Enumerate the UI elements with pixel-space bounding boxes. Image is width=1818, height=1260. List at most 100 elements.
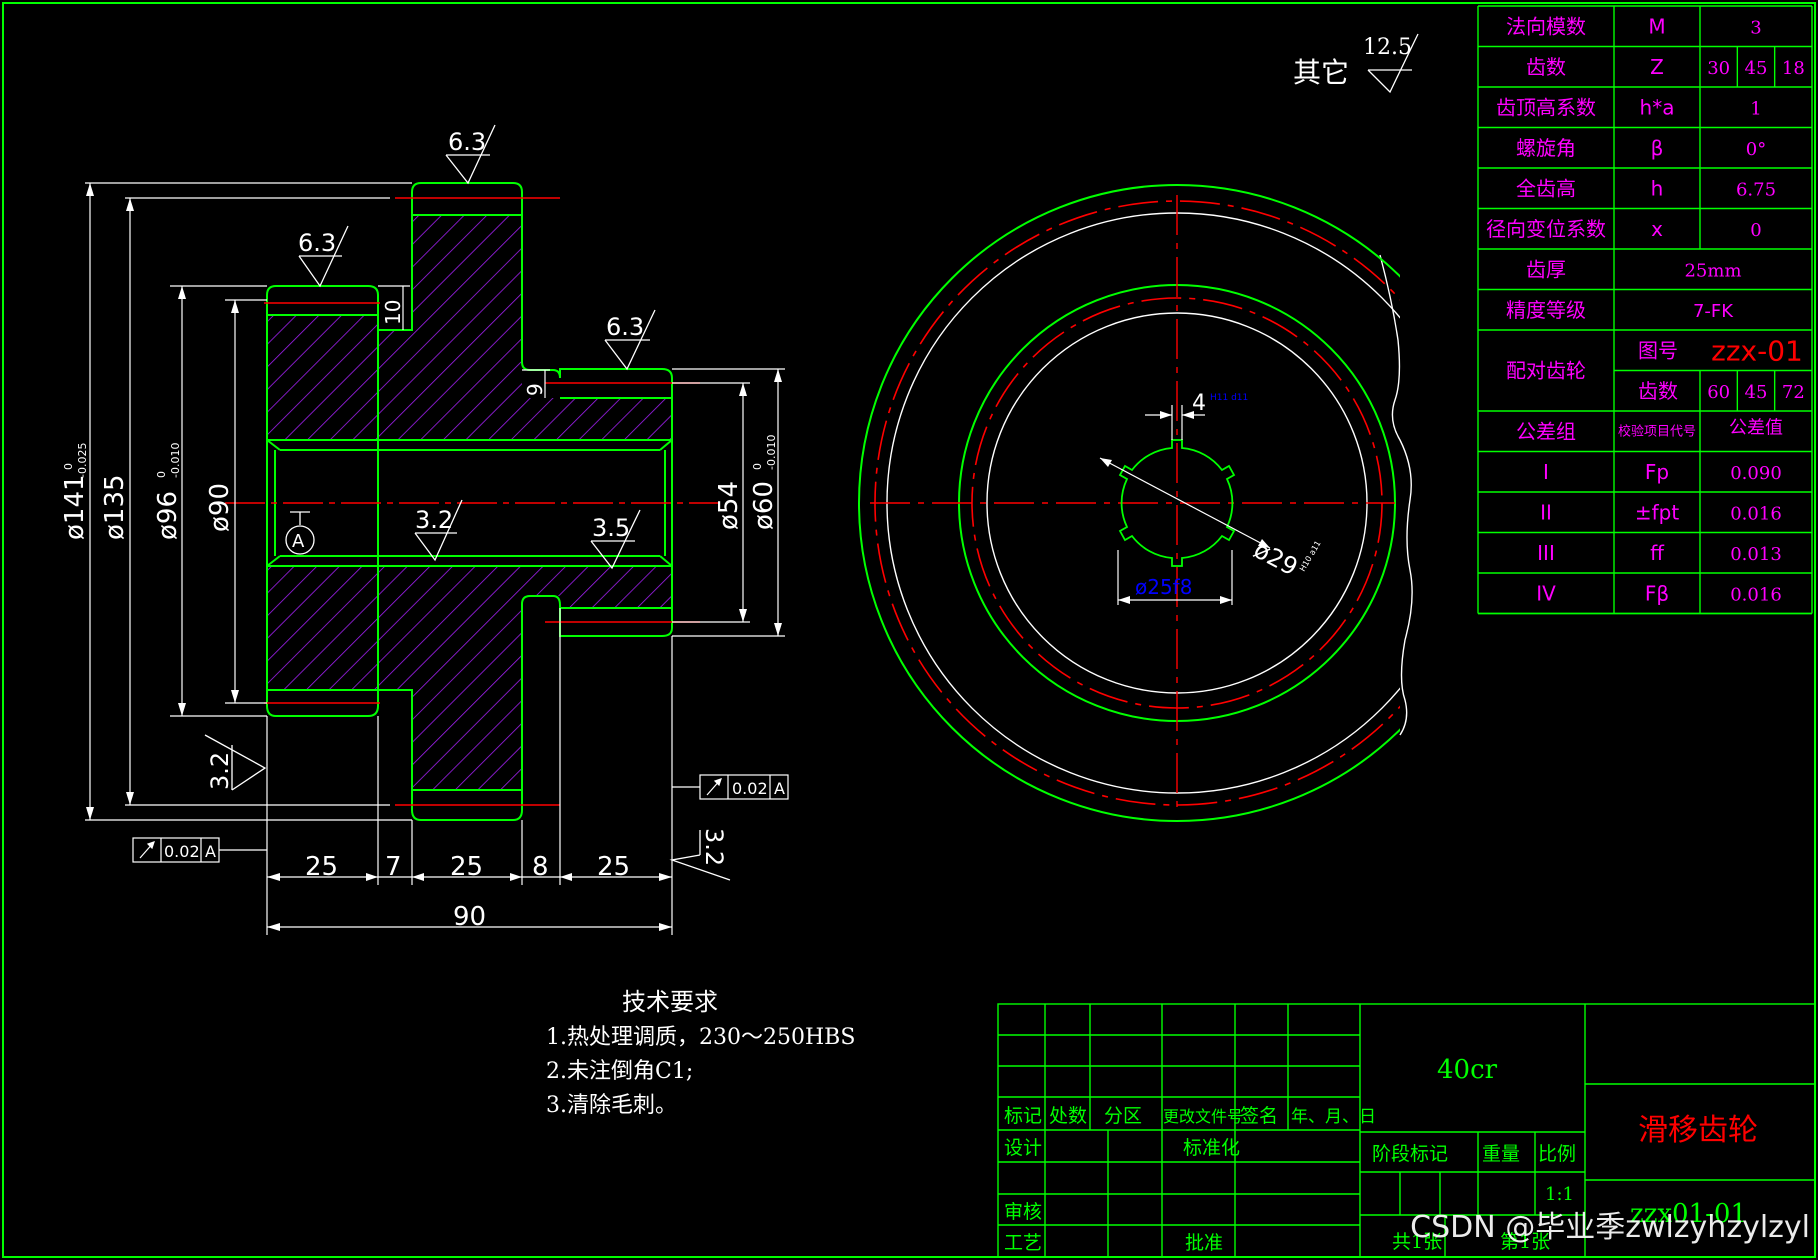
tech-req-item-1: 1.热处理调质，230～250HBS bbox=[546, 1025, 855, 1050]
dim-d54: ø54 bbox=[714, 481, 744, 530]
tb-standardize: 标准化 bbox=[1183, 1137, 1240, 1159]
section-view: ø141 0 -0.025 ø135 ø96 0 -0.010 ø90 ø54 … bbox=[60, 33, 1419, 935]
runout-datum-right: A bbox=[774, 779, 785, 798]
tb-header-zone: 分区 bbox=[1104, 1105, 1142, 1127]
gear-param-value-1-2: 18 bbox=[1782, 58, 1805, 79]
tol-symbol-2: ff bbox=[1650, 541, 1665, 565]
dim-d60: ø60 bbox=[749, 481, 779, 530]
gear-param-symbol-5: x bbox=[1651, 217, 1663, 241]
gear-param-symbol-0: M bbox=[1648, 14, 1665, 38]
roughness-2: 6.3 bbox=[298, 229, 336, 257]
gear-param-label-7: 精度等级 bbox=[1506, 298, 1586, 322]
dim-d96-tol-lower: -0.010 bbox=[169, 443, 182, 478]
dim-d96: ø96 bbox=[153, 491, 183, 540]
runout-datum-left: A bbox=[205, 842, 216, 861]
gear-param-label-3: 螺旋角 bbox=[1516, 136, 1576, 160]
watermark: CSDN @毕业季zwlzyhzylzyl bbox=[1410, 1210, 1810, 1245]
runout-value-right: 0.02 bbox=[732, 779, 768, 798]
tb-weight: 重量 bbox=[1482, 1143, 1520, 1165]
dim-length-5: 25 bbox=[597, 852, 630, 882]
tol-group-2: III bbox=[1537, 541, 1555, 565]
gear-param-value-5: 0 bbox=[1750, 220, 1761, 241]
tech-req-title: 技术要求 bbox=[622, 988, 718, 1016]
other-roughness: 12.5 bbox=[1363, 35, 1412, 60]
roughness-5: 3.5 bbox=[592, 514, 630, 542]
dim-10: 10 bbox=[381, 300, 405, 325]
dim-length-1: 25 bbox=[305, 852, 338, 882]
gear-param-value-4: 6.75 bbox=[1736, 179, 1776, 200]
tb-header-count: 处数 bbox=[1049, 1105, 1087, 1127]
gear-param-value-1-0: 30 bbox=[1707, 58, 1730, 79]
tol-group-1: II bbox=[1540, 500, 1552, 524]
drawing-canvas: ø141 0 -0.025 ø135 ø96 0 -0.010 ø90 ø54 … bbox=[2, 2, 1816, 1258]
tech-req-item-3: 3.清除毛刺。 bbox=[546, 1093, 677, 1118]
hatch-lower bbox=[267, 566, 672, 790]
tol-value-3: 0.016 bbox=[1730, 584, 1782, 605]
roughness-3: 6.3 bbox=[606, 313, 644, 341]
tol-symbol-3: Fβ bbox=[1645, 581, 1669, 605]
mating-teeth-2: 72 bbox=[1782, 382, 1805, 403]
gear-param-value-1-1: 45 bbox=[1745, 58, 1768, 79]
spline-minor-dim: ø25f8 bbox=[1135, 575, 1192, 599]
gear-param-value-7: 7-FK bbox=[1693, 301, 1734, 322]
dim-d141-tol-upper: 0 bbox=[62, 463, 75, 470]
tech-req-item-2: 2.未注倒角C1; bbox=[546, 1059, 693, 1084]
spline-major-dim: ø29 bbox=[1249, 536, 1302, 582]
tb-header-change-doc: 更改文件号 bbox=[1163, 1107, 1243, 1126]
tol-group-0: I bbox=[1543, 460, 1549, 484]
tb-scale-label: 比例 bbox=[1538, 1143, 1576, 1165]
tb-stage-mark: 阶段标记 bbox=[1372, 1143, 1448, 1165]
mating-teeth-1: 45 bbox=[1745, 382, 1768, 403]
spline-width-dim: 4 bbox=[1192, 391, 1206, 416]
dim-length-3: 25 bbox=[450, 852, 483, 882]
gear-param-label-6: 齿厚 bbox=[1526, 257, 1566, 281]
dim-d90: ø90 bbox=[205, 483, 235, 532]
tol-value-1: 0.016 bbox=[1730, 503, 1782, 524]
gear-param-value-2: 1 bbox=[1750, 98, 1761, 119]
mating-teeth-label: 齿数 bbox=[1638, 379, 1678, 403]
tech-requirements: 技术要求 1.热处理调质，230～250HBS 2.未注倒角C1; 3.清除毛刺… bbox=[546, 988, 855, 1118]
dim-9: 9 bbox=[523, 383, 547, 396]
tb-process: 工艺 bbox=[1004, 1232, 1042, 1254]
tb-part-name: 滑移齿轮 bbox=[1638, 1113, 1758, 1148]
mating-drawing-no: zzx-01 bbox=[1711, 334, 1803, 367]
check-item-label: 校验项目代号 bbox=[1618, 423, 1696, 439]
datum-a: A bbox=[292, 531, 305, 552]
gear-param-label-2: 齿顶高系数 bbox=[1496, 95, 1596, 119]
dim-length-2: 7 bbox=[385, 852, 402, 882]
dim-d60-tol-upper: 0 bbox=[751, 463, 764, 470]
tol-value-label: 公差值 bbox=[1729, 417, 1783, 438]
dim-d135: ø135 bbox=[100, 474, 130, 540]
tb-header-signature: 签名 bbox=[1240, 1105, 1278, 1127]
gear-param-symbol-2: h*a bbox=[1640, 95, 1675, 119]
tol-value-2: 0.013 bbox=[1730, 544, 1782, 565]
gear-param-value-3: 0° bbox=[1746, 139, 1766, 160]
roughness-4: 3.2 bbox=[415, 506, 453, 534]
gear-param-symbol-4: h bbox=[1651, 176, 1664, 200]
dim-length-4: 8 bbox=[532, 852, 549, 882]
tb-approve: 批准 bbox=[1185, 1232, 1223, 1254]
mating-drawing-no-label: 图号 bbox=[1638, 338, 1678, 362]
dim-total: 90 bbox=[453, 902, 486, 932]
tb-material: 40cr bbox=[1437, 1055, 1498, 1085]
mating-gear-label: 配对齿轮 bbox=[1506, 359, 1586, 383]
roughness-7: 3.2 bbox=[700, 828, 728, 866]
gear-param-label-1: 齿数 bbox=[1526, 55, 1566, 79]
gear-param-label-4: 全齿高 bbox=[1516, 176, 1576, 200]
tol-symbol-1: ±fpt bbox=[1635, 500, 1679, 524]
gear-param-value-0: 3 bbox=[1750, 17, 1761, 38]
roughness-1: 6.3 bbox=[448, 128, 486, 156]
tol-group-3: IV bbox=[1536, 581, 1556, 605]
runout-value-left: 0.02 bbox=[164, 842, 200, 861]
gear-param-symbol-1: Z bbox=[1650, 55, 1664, 79]
mating-teeth-0: 60 bbox=[1707, 382, 1730, 403]
gear-param-symbol-3: β bbox=[1651, 136, 1664, 160]
other-label: 其它 bbox=[1293, 56, 1349, 89]
spline-width-tol: H11 d11 bbox=[1210, 393, 1248, 403]
tb-header-date: 年、月、日 bbox=[1291, 1107, 1376, 1127]
dim-d141: ø141 bbox=[60, 474, 90, 540]
tol-symbol-0: Fp bbox=[1645, 460, 1669, 484]
dim-d141-tol-lower: -0.025 bbox=[76, 443, 89, 478]
gear-param-label-5: 径向变位系数 bbox=[1486, 217, 1606, 241]
front-view: ø25f8 4 H11 d11 ø29 H10 a11 bbox=[858, 184, 1413, 822]
